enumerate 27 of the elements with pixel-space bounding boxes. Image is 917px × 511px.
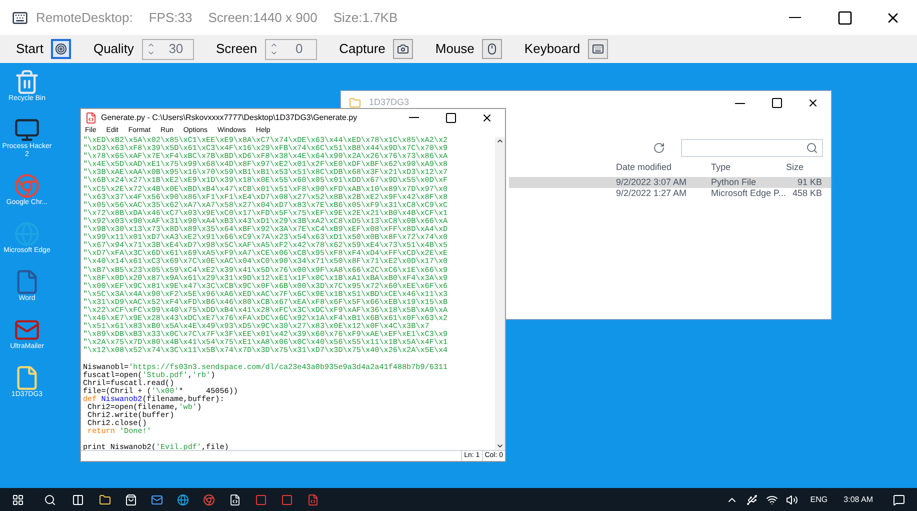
file-row[interactable]: 9/2/2022 3:07 AM Python File 91 KB [509, 177, 831, 188]
column-header[interactable]: Type [711, 161, 786, 175]
clock[interactable]: 3:08 AM [844, 494, 873, 506]
number-spinner[interactable]: 0 [265, 38, 318, 60]
toolbar-label: Start [16, 40, 44, 58]
toolbar-label: Keyboard [524, 40, 580, 58]
app-title: RemoteDesktop: [36, 8, 133, 27]
window-title: 1D37DG3 [369, 96, 410, 110]
fps-reading: FPS:33 [148, 8, 192, 27]
toolbar-label: Capture [339, 40, 386, 58]
language-indicator[interactable]: ENG [810, 494, 828, 506]
window-title: Generate.py - C:\Users\Rskovxxxx7777\Desktop\1D37DG3\Generate.py [101, 112, 358, 124]
size-reading: Size:1.7KB [333, 8, 398, 27]
table-cell-text: 9/2/2022 1:27 AM [616, 186, 688, 200]
table-cell-text: Microsoft Edge P... [711, 187, 786, 200]
toolbar-label: Quality [93, 40, 134, 58]
table-cell-text: 458 KB [791, 186, 822, 200]
toolbar-label: Mouse [435, 40, 474, 58]
number-spinner[interactable]: 30 [142, 38, 194, 60]
table-cell-text: 91 KB [796, 176, 822, 189]
column-header[interactable]: Date modified [616, 161, 711, 175]
file-row[interactable]: 9/2/2022 1:27 AM Microsoft Edge P... 458 KB [509, 188, 831, 199]
table-cell-text: 9/2/2022 3:07 AM [616, 176, 688, 189]
table-cell-text: Python File [711, 176, 758, 189]
toolbar-label: Screen [216, 40, 258, 58]
screen-reading: Screen:1440 x 900 [208, 8, 318, 27]
column-header[interactable]: Size [786, 161, 836, 175]
